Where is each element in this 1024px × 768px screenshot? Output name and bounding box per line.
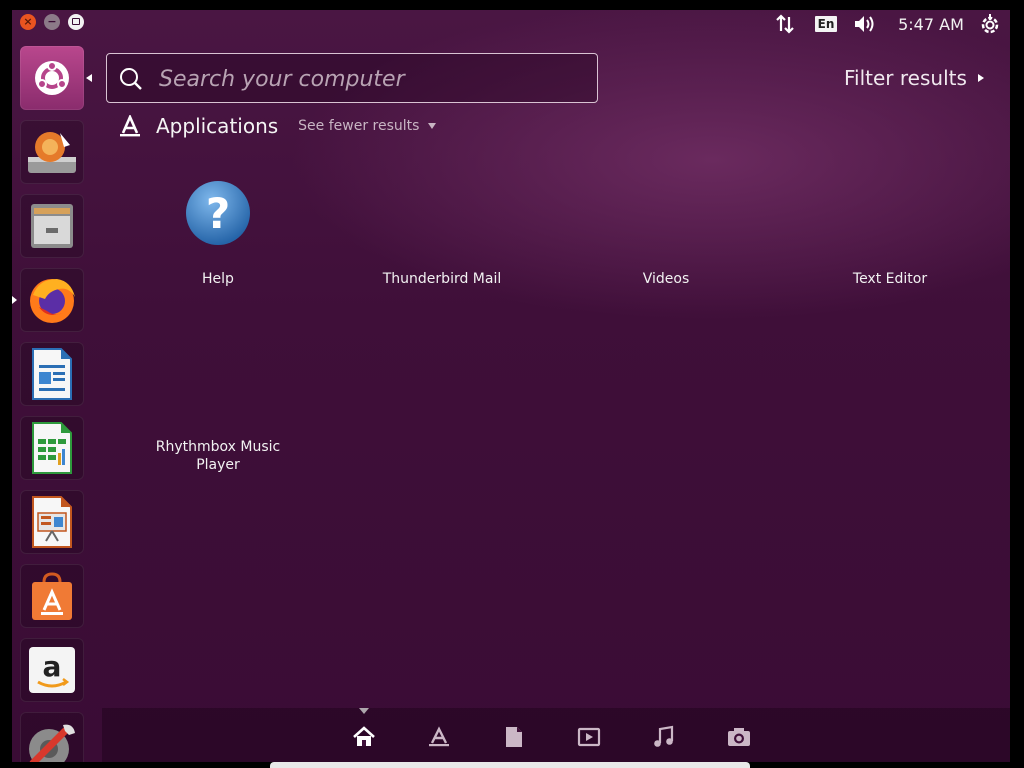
- thunderbird-icon: [409, 180, 475, 246]
- volume-icon[interactable]: [852, 12, 880, 36]
- home-icon: [353, 726, 375, 746]
- category-title: Applications: [156, 114, 279, 138]
- app-text-editor[interactable]: Text Editor: [790, 180, 990, 288]
- maximize-button[interactable]: [68, 14, 84, 30]
- taskbar-edge: [270, 762, 750, 768]
- lens-files[interactable]: [501, 724, 527, 750]
- filter-results-button[interactable]: Filter results: [844, 66, 985, 90]
- lens-music[interactable]: [651, 724, 677, 750]
- applications-icon: [429, 726, 449, 747]
- chevron-down-icon: [428, 123, 437, 129]
- running-pip-icon: [12, 296, 17, 304]
- maximize-icon: [72, 18, 80, 25]
- filter-results-label: Filter results: [844, 66, 967, 90]
- top-panel: × − En 5:47 AM: [12, 10, 1010, 38]
- video-icon: [577, 727, 601, 747]
- minimize-button[interactable]: −: [44, 14, 60, 30]
- launcher-libreoffice-writer[interactable]: [20, 342, 84, 406]
- app-videos[interactable]: Videos: [566, 180, 766, 288]
- launcher-dash-home[interactable]: [20, 46, 84, 110]
- launcher-software-updater[interactable]: [20, 120, 84, 184]
- svg-text:?: ?: [206, 189, 230, 238]
- app-label: Help: [202, 271, 234, 287]
- libreoffice-writer-icon: [32, 348, 72, 400]
- search-input[interactable]: [157, 62, 581, 96]
- language-label: En: [814, 16, 838, 32]
- libreoffice-impress-icon: [32, 496, 72, 548]
- lens-applications[interactable]: [426, 724, 452, 750]
- desktop-screen: × − En 5:47 AM a Search your computer Fi…: [12, 10, 1010, 762]
- app-thunderbird-mail[interactable]: Thunderbird Mail: [342, 180, 542, 288]
- active-pip-icon: [86, 74, 92, 82]
- lens-bar: [102, 708, 1010, 762]
- settings-wrench-icon: [29, 724, 75, 762]
- rhythmbox-icon: [185, 348, 251, 414]
- launcher-libreoffice-impress[interactable]: [20, 490, 84, 554]
- help-icon: ?: [185, 180, 251, 246]
- file-cabinet-icon: [31, 204, 73, 248]
- libreoffice-calc-icon: [32, 422, 72, 474]
- ubuntu-logo-icon: [35, 61, 69, 95]
- lens-photos[interactable]: [726, 724, 752, 750]
- launcher-libreoffice-calc[interactable]: [20, 416, 84, 480]
- app-label: Text Editor: [852, 271, 928, 287]
- videos-icon: [633, 180, 699, 246]
- keyboard-language-indicator[interactable]: En: [814, 12, 838, 36]
- svg-text:a: a: [43, 650, 62, 683]
- launcher-amazon[interactable]: a: [20, 638, 84, 702]
- camera-icon: [728, 728, 750, 746]
- launcher-ubuntu-software[interactable]: [20, 564, 84, 628]
- category-header: Applications See fewer results: [118, 114, 437, 138]
- music-note-icon: [654, 725, 674, 747]
- software-updater-icon: [28, 132, 76, 173]
- app-help[interactable]: ? Help: [118, 180, 318, 288]
- app-rhythmbox[interactable]: Rhythmbox Music Player: [118, 348, 318, 474]
- launcher-files[interactable]: [20, 194, 84, 258]
- launcher-system-settings[interactable]: [20, 712, 84, 762]
- lens-video[interactable]: [576, 724, 602, 750]
- clock[interactable]: 5:47 AM: [896, 12, 966, 36]
- app-label: Thunderbird Mail: [382, 271, 502, 287]
- ubuntu-software-icon: [32, 572, 72, 620]
- document-icon: [506, 727, 522, 747]
- amazon-icon: a: [29, 647, 75, 693]
- power-gear-icon[interactable]: [978, 12, 1002, 36]
- launcher: a: [12, 40, 92, 762]
- close-button[interactable]: ×: [20, 14, 36, 30]
- see-fewer-label: See fewer results: [298, 118, 420, 134]
- lens-home[interactable]: [351, 724, 377, 750]
- text-editor-icon: [857, 180, 923, 246]
- chevron-right-icon: [977, 74, 984, 82]
- search-field[interactable]: [106, 53, 598, 103]
- network-icon[interactable]: [772, 12, 798, 36]
- see-fewer-results-toggle[interactable]: See fewer results: [298, 118, 437, 134]
- applications-icon: [120, 115, 140, 137]
- app-label: Videos: [642, 271, 690, 287]
- firefox-icon: [30, 279, 75, 323]
- launcher-firefox[interactable]: [20, 268, 84, 332]
- app-label: Rhythmbox Music Player: [155, 439, 281, 473]
- search-icon: [120, 68, 142, 90]
